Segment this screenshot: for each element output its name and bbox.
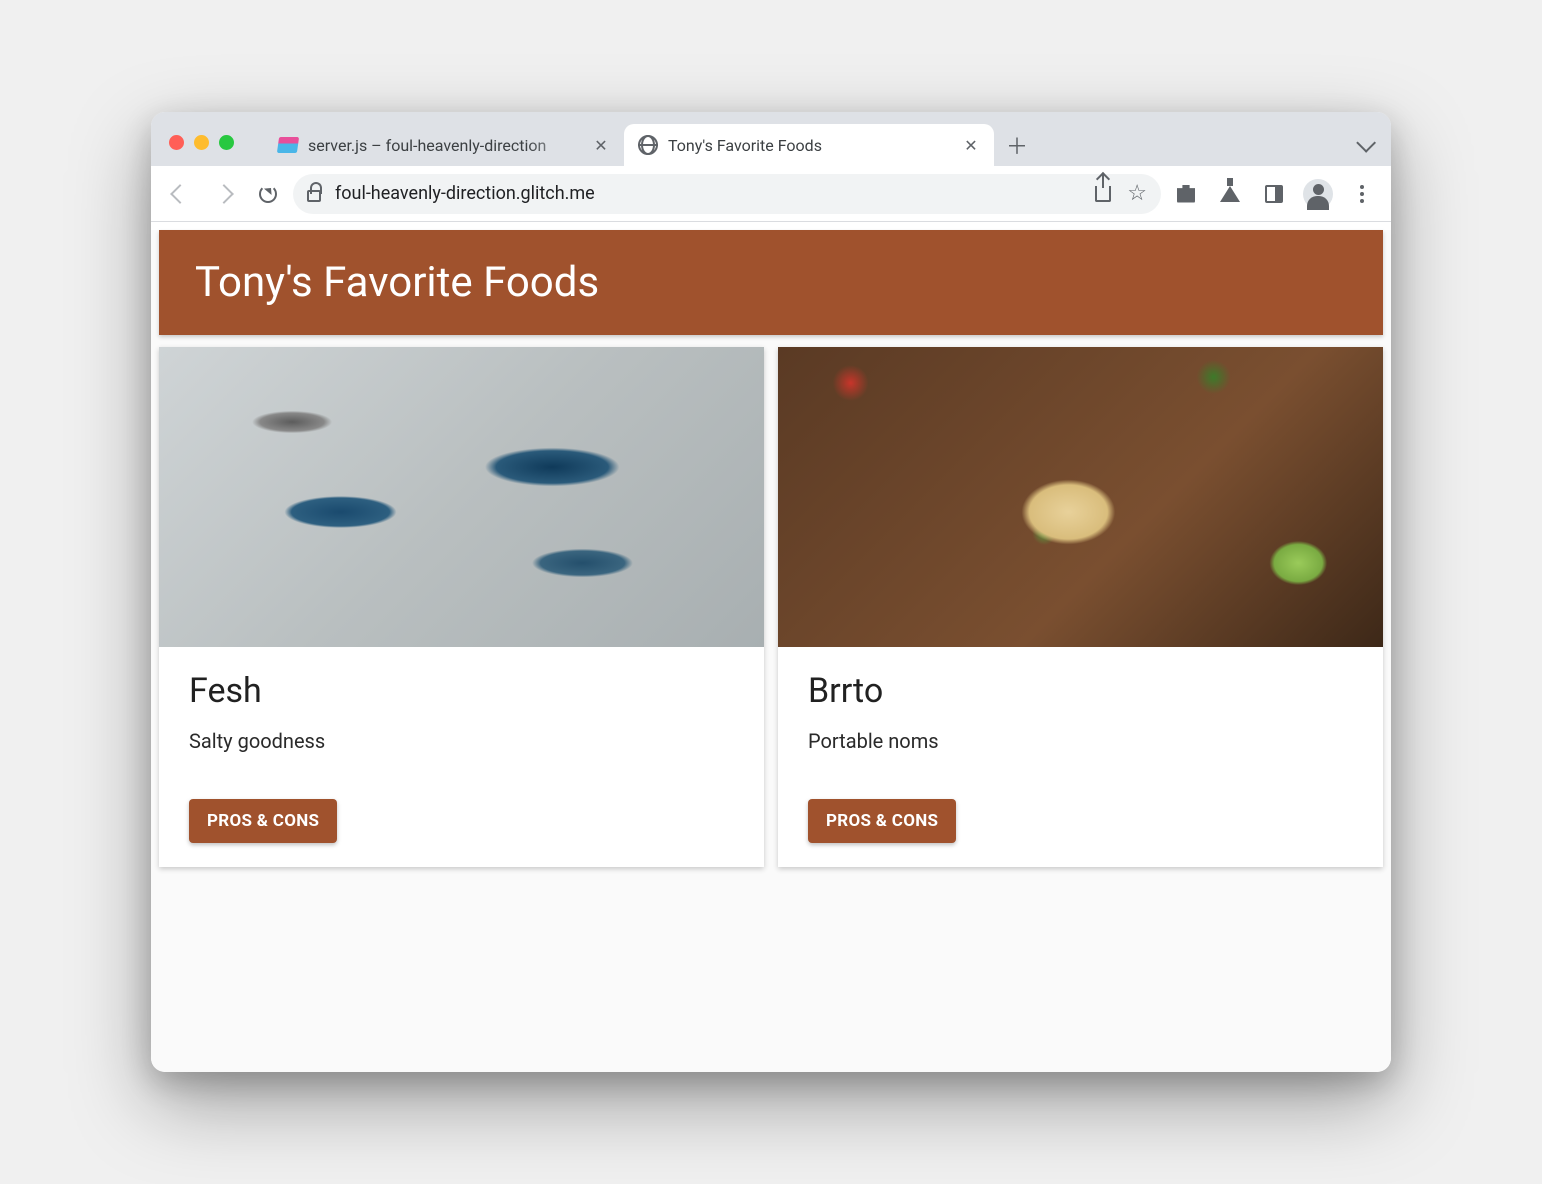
close-tab-icon[interactable]: ✕ <box>962 136 980 155</box>
card-body: Brrto Portable noms <box>778 647 1383 767</box>
profile-button[interactable] <box>1299 175 1337 213</box>
reload-icon <box>259 185 277 203</box>
omnibox-actions: ☆ <box>1095 183 1147 205</box>
page-content: Tony's Favorite Foods Fesh Salty goodnes… <box>151 230 1391 1072</box>
arrow-right-icon <box>214 184 234 204</box>
arrow-left-icon <box>170 184 190 204</box>
card-image-burrito <box>778 347 1383 647</box>
card-image-fish <box>159 347 764 647</box>
reload-button[interactable] <box>249 175 287 213</box>
tab-title: server.js – foul-heavenly-direction <box>308 136 582 155</box>
food-card: Brrto Portable noms PROS & CONS <box>778 347 1383 867</box>
card-grid: Fesh Salty goodness PROS & CONS Brrto Po… <box>151 343 1391 871</box>
new-tab-button[interactable]: ＋ <box>1000 128 1034 162</box>
extensions-button[interactable] <box>1167 175 1205 213</box>
url-text: foul-heavenly-direction.glitch.me <box>335 183 595 204</box>
globe-icon <box>638 135 658 155</box>
card-title: Brrto <box>808 671 1353 711</box>
share-icon[interactable] <box>1095 186 1111 202</box>
glitch-icon <box>278 135 298 155</box>
close-window-button[interactable] <box>169 135 184 150</box>
pros-cons-button[interactable]: PROS & CONS <box>189 799 337 843</box>
card-description: Portable noms <box>808 729 1353 753</box>
page-title: Tony's Favorite Foods <box>159 230 1383 335</box>
menu-button[interactable] <box>1343 175 1381 213</box>
close-tab-icon[interactable]: ✕ <box>592 136 610 155</box>
bookmark-icon[interactable]: ☆ <box>1127 183 1147 205</box>
card-actions: PROS & CONS <box>778 787 1383 867</box>
address-bar[interactable]: foul-heavenly-direction.glitch.me ☆ <box>293 174 1161 214</box>
avatar-icon <box>1303 179 1333 209</box>
lock-icon <box>307 190 321 202</box>
panel-icon <box>1265 185 1283 203</box>
card-title: Fesh <box>189 671 734 711</box>
window-controls <box>169 135 234 150</box>
browser-toolbar: foul-heavenly-direction.glitch.me ☆ <box>151 166 1391 222</box>
food-card: Fesh Salty goodness PROS & CONS <box>159 347 764 867</box>
chevron-down-icon <box>1356 133 1376 153</box>
forward-button[interactable] <box>205 175 243 213</box>
browser-window: server.js – foul-heavenly-direction ✕ To… <box>151 112 1391 1072</box>
tab-overflow-button[interactable] <box>1347 128 1381 162</box>
back-button[interactable] <box>161 175 199 213</box>
minimize-window-button[interactable] <box>194 135 209 150</box>
labs-button[interactable] <box>1211 175 1249 213</box>
puzzle-icon <box>1177 185 1195 203</box>
card-description: Salty goodness <box>189 729 734 753</box>
browser-tab-active[interactable]: Tony's Favorite Foods ✕ <box>624 124 994 166</box>
maximize-window-button[interactable] <box>219 135 234 150</box>
side-panel-button[interactable] <box>1255 175 1293 213</box>
kebab-icon <box>1360 185 1364 203</box>
card-body: Fesh Salty goodness <box>159 647 764 767</box>
card-actions: PROS & CONS <box>159 787 764 867</box>
flask-icon <box>1220 186 1240 202</box>
pros-cons-button[interactable]: PROS & CONS <box>808 799 956 843</box>
tab-title: Tony's Favorite Foods <box>668 136 952 155</box>
viewport: Tony's Favorite Foods Fesh Salty goodnes… <box>151 222 1391 1072</box>
browser-tab-inactive[interactable]: server.js – foul-heavenly-direction ✕ <box>264 124 624 166</box>
tab-strip: server.js – foul-heavenly-direction ✕ To… <box>151 112 1391 166</box>
